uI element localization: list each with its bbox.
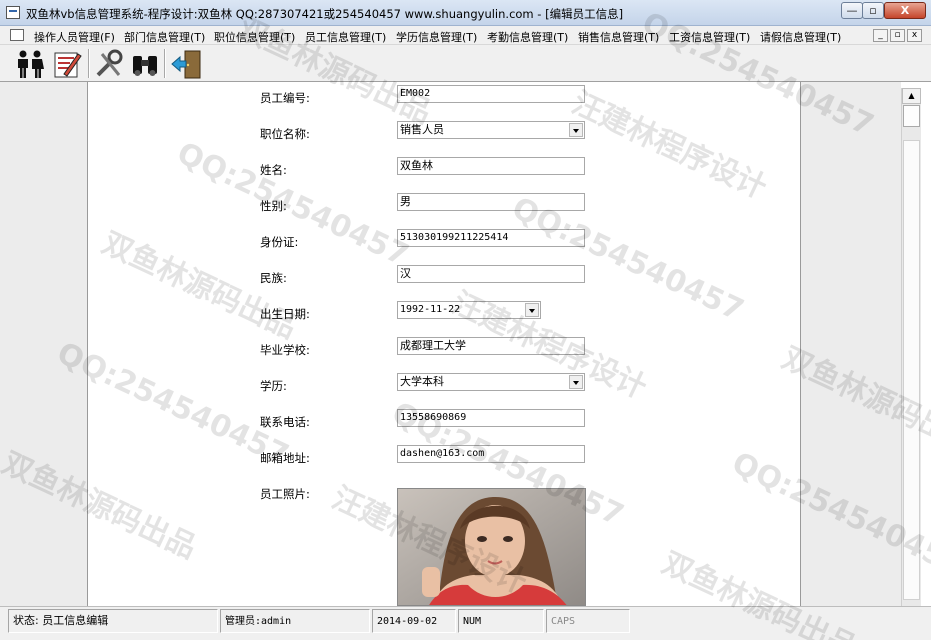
- menu-position[interactable]: 职位信息管理(T): [214, 29, 295, 45]
- chevron-down-icon[interactable]: [569, 375, 583, 389]
- phone-label: 联系电话:: [260, 415, 310, 429]
- position-select-value: 销售人员: [400, 123, 444, 136]
- people-icon[interactable]: [13, 48, 47, 80]
- employee-id-label: 员工编号:: [260, 91, 310, 105]
- menu-employee[interactable]: 员工信息管理(T): [305, 29, 386, 45]
- photo-label: 员工照片:: [260, 487, 310, 501]
- caps-lock-text: CAPS: [551, 616, 576, 627]
- chevron-down-icon[interactable]: [525, 303, 539, 317]
- name-field[interactable]: 双鱼林: [397, 157, 585, 175]
- window-title: 双鱼林vb信息管理系统-程序设计:双鱼林 QQ:287307421或254540…: [26, 7, 624, 21]
- scroll-thumb[interactable]: [903, 105, 920, 127]
- exit-door-icon[interactable]: [170, 48, 204, 80]
- date-panel: 2014-09-02: [372, 609, 456, 633]
- id-card-field[interactable]: 513030199211225414: [397, 229, 585, 247]
- scroll-up-arrow-icon[interactable]: ▲: [902, 88, 921, 104]
- status-bar: 状态: 员工信息编辑 管理员:admin 2014-09-02 NUM CAPS: [0, 606, 931, 640]
- admin-text: 管理员:admin: [225, 616, 292, 627]
- birth-date-label: 出生日期:: [260, 307, 310, 321]
- menu-leave[interactable]: 请假信息管理(T): [760, 29, 841, 45]
- menu-sales[interactable]: 销售信息管理(T): [578, 29, 659, 45]
- child-minimize-button[interactable]: _: [873, 29, 888, 42]
- minimize-button[interactable]: —: [841, 2, 863, 19]
- menu-salary[interactable]: 工资信息管理(T): [669, 29, 750, 45]
- close-button[interactable]: X: [884, 2, 926, 19]
- menu-bar: 操作人员管理(F) 部门信息管理(T) 职位信息管理(T) 员工信息管理(T) …: [0, 26, 931, 45]
- employee-photo[interactable]: [397, 488, 586, 606]
- maximize-button[interactable]: ▫: [862, 2, 884, 19]
- child-restore-button[interactable]: ▫: [890, 29, 905, 42]
- school-field[interactable]: 成都理工大学: [397, 337, 585, 355]
- app-icon[interactable]: [6, 6, 20, 19]
- id-card-label: 身份证:: [260, 235, 299, 249]
- date-text: 2014-09-02: [377, 616, 438, 627]
- ethnicity-label: 民族:: [260, 271, 287, 285]
- num-lock-panel: NUM: [458, 609, 544, 633]
- toolbar-separator: [88, 49, 90, 78]
- ethnicity-field[interactable]: 汉: [397, 265, 585, 283]
- school-label: 毕业学校:: [260, 343, 310, 357]
- birth-date-value: 1992-11-22: [400, 304, 461, 315]
- num-lock-text: NUM: [463, 616, 482, 627]
- name-label: 姓名:: [260, 163, 287, 177]
- tools-icon[interactable]: [92, 48, 126, 80]
- toolbar: [0, 45, 931, 82]
- scroll-track[interactable]: [903, 140, 920, 600]
- child-window-icon[interactable]: [10, 29, 24, 41]
- menu-operator[interactable]: 操作人员管理(F): [34, 29, 115, 45]
- binoculars-icon[interactable]: [128, 48, 162, 80]
- admin-panel: 管理员:admin: [220, 609, 370, 633]
- education-select-value: 大学本科: [400, 375, 444, 388]
- gender-field[interactable]: 男: [397, 193, 585, 211]
- status-panel: 状态: 员工信息编辑: [8, 609, 218, 633]
- left-margin-panel: [0, 82, 88, 606]
- vertical-scrollbar[interactable]: ▲: [901, 88, 921, 606]
- birth-date-picker[interactable]: 1992-11-22: [397, 301, 541, 319]
- title-bar: 双鱼林vb信息管理系统-程序设计:双鱼林 QQ:287307421或254540…: [0, 0, 931, 26]
- edit-document-icon[interactable]: [50, 48, 84, 80]
- gender-label: 性别:: [260, 199, 287, 213]
- caps-lock-panel: CAPS: [546, 609, 630, 633]
- employee-id-field[interactable]: EM002: [397, 85, 585, 103]
- education-label: 学历:: [260, 379, 287, 393]
- position-label: 职位名称:: [260, 127, 310, 141]
- menu-education[interactable]: 学历信息管理(T): [396, 29, 477, 45]
- menu-attendance[interactable]: 考勤信息管理(T): [487, 29, 568, 45]
- chevron-down-icon[interactable]: [569, 123, 583, 137]
- menu-department[interactable]: 部门信息管理(T): [124, 29, 205, 45]
- position-select[interactable]: 销售人员: [397, 121, 585, 139]
- child-close-button[interactable]: x: [907, 29, 922, 42]
- education-select[interactable]: 大学本科: [397, 373, 585, 391]
- email-field[interactable]: dashen@163.com: [397, 445, 585, 463]
- right-margin-panel: [800, 82, 901, 606]
- phone-field[interactable]: 13558690869: [397, 409, 585, 427]
- toolbar-separator: [164, 49, 166, 78]
- email-label: 邮箱地址:: [260, 451, 310, 465]
